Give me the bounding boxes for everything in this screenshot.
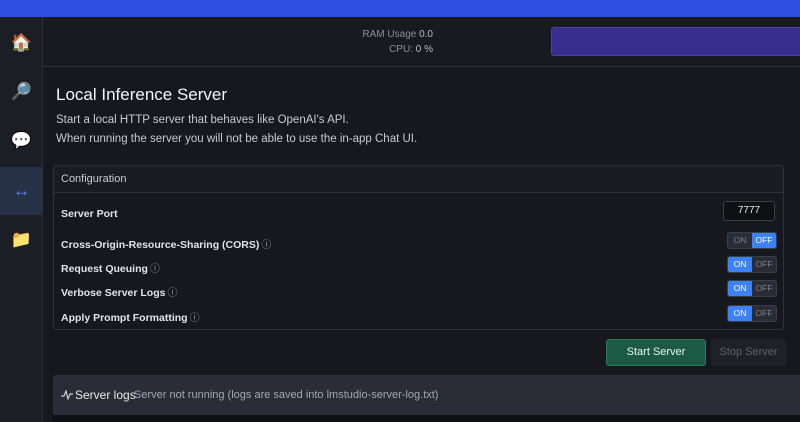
sidebar-item-search[interactable]: 🔎 (0, 68, 43, 116)
sidebar-item-server[interactable]: ↔ (0, 167, 43, 215)
toggle-off-option[interactable]: OFF (752, 306, 776, 321)
start-server-button[interactable]: Start Server (606, 339, 706, 366)
prompt-formatting-label: Apply Prompt Formatting (61, 312, 188, 324)
info-icon[interactable]: ⓘ (190, 313, 200, 324)
verbose-logs-label: Verbose Server Logs (61, 287, 166, 299)
toggle-on-option[interactable]: ON (728, 257, 752, 272)
info-icon[interactable]: ⓘ (261, 240, 271, 251)
sidebar-item-home[interactable]: 🏠 (0, 19, 43, 67)
server-logs-title-row: Server logs (61, 388, 136, 402)
toggle-on-option[interactable]: ON (728, 306, 752, 321)
toggle-on-option[interactable]: ON (728, 281, 752, 296)
toggle-on-option[interactable]: ON (728, 233, 752, 248)
cors-row: Cross-Origin-Resource-Sharing (CORS) ⓘ (61, 236, 271, 251)
home-icon: 🏠 (10, 33, 33, 52)
folder-icon: 📁 (10, 230, 33, 249)
search-icon: 🔎 (10, 82, 33, 101)
model-loader-bar[interactable] (551, 27, 800, 56)
top-accent-bar (0, 0, 800, 17)
sidebar-item-chat[interactable]: 💬 (0, 117, 43, 165)
activity-icon (61, 389, 73, 401)
configuration-panel: Configuration Server Port 7777 Cross-Ori… (53, 165, 784, 330)
stop-server-button[interactable]: Stop Server (711, 339, 786, 366)
info-icon[interactable]: ⓘ (167, 288, 177, 299)
chat-icon: 💬 (10, 131, 33, 150)
request-queuing-label: Request Queuing (61, 263, 148, 275)
resource-stats: RAM Usage 0.0 CPU: 0 % (313, 27, 433, 57)
prompt-formatting-toggle[interactable]: ON OFF (727, 305, 777, 322)
server-port-input[interactable]: 7777 (723, 201, 775, 221)
main-content: Local Inference Server Start a local HTT… (43, 67, 800, 422)
request-queuing-toggle[interactable]: ON OFF (727, 256, 777, 273)
page-description: Start a local HTTP server that behaves l… (56, 111, 417, 149)
sidebar-item-folder[interactable]: 📁 (0, 216, 43, 264)
server-logs-output (53, 415, 800, 422)
description-line-2: When running the server you will not be … (56, 133, 418, 145)
configuration-title: Configuration (54, 166, 783, 193)
server-icon: ↔ (13, 181, 30, 200)
cors-label: Cross-Origin-Resource-Sharing (CORS) (61, 239, 260, 251)
server-port-label: Server Port (61, 208, 118, 220)
page-title: Local Inference Server (56, 85, 228, 104)
toggle-off-option[interactable]: OFF (752, 233, 776, 248)
cpu-label: CPU: (389, 44, 413, 55)
cors-toggle[interactable]: ON OFF (727, 232, 777, 249)
toggle-off-option[interactable]: OFF (752, 257, 776, 272)
info-icon[interactable]: ⓘ (150, 264, 160, 275)
request-queuing-row: Request Queuing ⓘ (61, 260, 160, 275)
server-logs-title: Server logs (75, 388, 136, 402)
header: RAM Usage 0.0 CPU: 0 % (43, 17, 800, 67)
toggle-off-option[interactable]: OFF (752, 281, 776, 296)
verbose-logs-toggle[interactable]: ON OFF (727, 280, 777, 297)
prompt-formatting-row: Apply Prompt Formatting ⓘ (61, 309, 200, 324)
server-logs-status: Server not running (logs are saved into … (134, 389, 439, 401)
ram-value: 0.0 (419, 29, 433, 40)
verbose-logs-row: Verbose Server Logs ⓘ (61, 284, 177, 299)
server-logs-panel[interactable]: Server logs Server not running (logs are… (53, 375, 800, 415)
cpu-value: 0 % (415, 44, 433, 55)
sidebar: 🏠 🔎 💬 ↔ 📁 (0, 17, 43, 422)
ram-label: RAM Usage (362, 29, 417, 40)
description-line-1: Start a local HTTP server that behaves l… (56, 114, 349, 126)
